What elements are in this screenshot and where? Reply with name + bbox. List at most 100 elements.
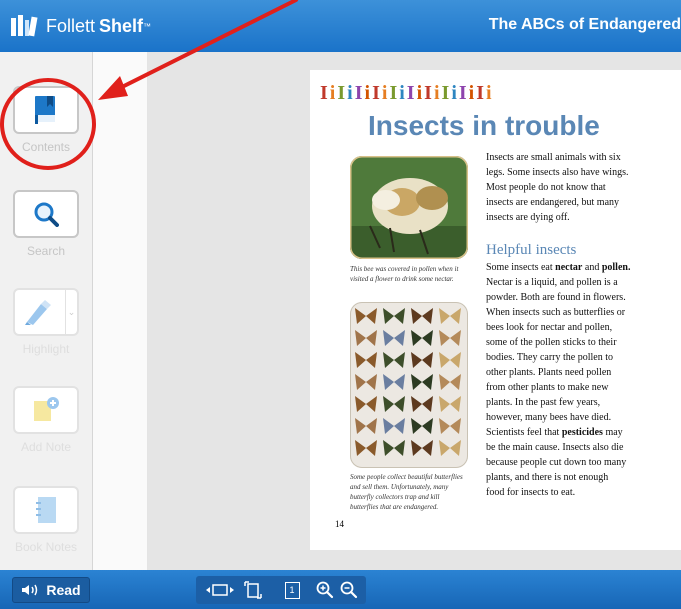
highlight-dropdown-icon[interactable]: ⌄ bbox=[65, 290, 77, 334]
text-line: from other plants to make new bbox=[486, 382, 609, 393]
butterfly-photo bbox=[350, 302, 468, 468]
text-line: Nectar is a liquid, and pollen is a bbox=[486, 277, 618, 288]
intro-paragraph: Insects are small animals with six legs.… bbox=[486, 150, 628, 225]
butterfly-caption-line: butterfly collectors trap and kill bbox=[350, 493, 440, 501]
page-box-icon: 1 bbox=[284, 581, 300, 599]
page-box-number: 1 bbox=[289, 585, 295, 595]
text-line: plants. In the past few years, bbox=[486, 397, 601, 408]
book-notes-label: Book Notes bbox=[14, 540, 78, 554]
text-line: Scientists feel that pesticides may bbox=[486, 427, 623, 438]
fit-width-button[interactable] bbox=[204, 579, 236, 601]
decorative-letter: i bbox=[347, 82, 355, 104]
text-line: food for insects to eat. bbox=[486, 487, 576, 498]
brand-name: Follett bbox=[46, 15, 96, 36]
page-number: 14 bbox=[335, 519, 344, 529]
zoom-in-icon bbox=[316, 581, 334, 599]
search-icon bbox=[34, 202, 59, 227]
butterfly-caption-line: and sell them. Unfortunately, many bbox=[350, 483, 449, 491]
zoom-out-icon bbox=[340, 581, 358, 599]
contents-button[interactable] bbox=[13, 86, 79, 134]
decorative-letters: IiIiIiIiIiIiIiIiIiIi bbox=[320, 82, 494, 105]
decorative-letter: I bbox=[458, 82, 469, 104]
zoom-in-button[interactable] bbox=[314, 579, 336, 601]
bee-photo bbox=[350, 156, 468, 259]
read-aloud-button[interactable]: Read bbox=[12, 577, 90, 603]
text-line: because people cut down too many bbox=[486, 457, 627, 468]
bee-caption-line: This bee was covered in pollen when it bbox=[350, 265, 459, 273]
text-line: Most people do not know that bbox=[486, 182, 606, 193]
highlight-tool[interactable]: ⌄ Highlight bbox=[12, 288, 80, 356]
bee-caption-line: visited a flower to drink some nectar. bbox=[350, 275, 454, 283]
search-tool[interactable]: Search bbox=[12, 190, 80, 258]
decorative-letter: I bbox=[320, 82, 330, 104]
decorative-letter: I bbox=[354, 82, 365, 104]
decorative-letter: i bbox=[364, 82, 373, 104]
decorative-letter: I bbox=[424, 82, 434, 104]
text-line: bees look for nectar and pollen, bbox=[486, 322, 613, 333]
brand-logo[interactable]: Follett Shelf ™ bbox=[10, 14, 151, 38]
decorative-letter: I bbox=[476, 82, 487, 104]
add-note-button[interactable] bbox=[13, 386, 79, 434]
page-title: Insects in trouble bbox=[368, 110, 600, 141]
decorative-letter: i bbox=[399, 82, 407, 104]
book-page[interactable]: IiIiIiIiIiIiIiIiIiIi Insects in trouble … bbox=[310, 70, 681, 550]
decorative-letter: i bbox=[486, 82, 494, 104]
add-note-icon bbox=[34, 397, 59, 421]
text-line: When insects such as butterflies or bbox=[486, 307, 626, 318]
body-paragraph: Some insects eat nectar and pollen. Nect… bbox=[486, 260, 630, 500]
text-line: other plants. Plants need pollen bbox=[486, 367, 612, 378]
section-heading: Helpful insects bbox=[486, 242, 577, 258]
decorative-letter: I bbox=[337, 82, 348, 104]
text-line: insects are endangered, but many bbox=[486, 197, 620, 208]
add-note-label: Add Note bbox=[20, 440, 72, 454]
bee-caption: This bee was covered in pollen when it v… bbox=[350, 264, 485, 284]
view-controls: 1 bbox=[196, 576, 366, 604]
text-line: Some insects eat nectar and pollen. bbox=[486, 262, 631, 273]
highlighter-icon bbox=[25, 300, 51, 325]
text-line: Insects are small animals with six bbox=[486, 152, 621, 163]
top-bar: Follett Shelf ™ The ABCs of Endangered bbox=[0, 0, 681, 52]
text-line: bodies. They carry the pollen to bbox=[486, 352, 614, 363]
text-line: however, many bees have died. bbox=[486, 412, 612, 423]
contents-tool[interactable]: Contents bbox=[12, 86, 80, 154]
tool-sidebar: Contents Search ⌄ Highlight Add Note Boo… bbox=[0, 52, 93, 570]
brand-name-strong: Shelf bbox=[99, 15, 144, 36]
single-page-button[interactable]: 1 bbox=[282, 579, 302, 601]
text-line: some of the pollen sticks to their bbox=[486, 337, 617, 348]
highlight-label: Highlight bbox=[22, 342, 70, 356]
decorative-letter: I bbox=[441, 82, 452, 104]
butterfly-caption-line: butterflies that are endangered. bbox=[350, 503, 439, 511]
brand-trademark: ™ bbox=[143, 21, 152, 31]
decorative-letter: I bbox=[372, 82, 382, 104]
book-notes-button[interactable] bbox=[13, 486, 79, 534]
fit-page-icon bbox=[244, 581, 262, 599]
text-line: powder. Both are found in flowers. bbox=[486, 292, 626, 303]
book-icon bbox=[35, 96, 55, 124]
bee-image bbox=[350, 156, 468, 259]
butterfly-caption-line: Some people collect beautiful butterflie… bbox=[350, 473, 463, 481]
book-title: The ABCs of Endangered bbox=[488, 16, 681, 33]
decorative-letter: i bbox=[451, 82, 459, 104]
side-panel bbox=[93, 52, 148, 570]
search-button[interactable] bbox=[13, 190, 79, 238]
butterfly-caption: Some people collect beautiful butterflie… bbox=[350, 472, 485, 512]
book-notes-tool[interactable]: Book Notes bbox=[12, 486, 80, 554]
text-line: insects are dying off. bbox=[486, 212, 570, 223]
bookshelf-icon bbox=[11, 15, 38, 37]
zoom-out-button[interactable] bbox=[338, 579, 360, 601]
text-line: legs. Some insects also have wings. bbox=[486, 167, 629, 178]
decorative-letter: i bbox=[433, 82, 442, 104]
text-line: plants, and there is not enough bbox=[486, 472, 609, 483]
decorative-letter: I bbox=[406, 82, 417, 104]
decorative-letter: I bbox=[389, 82, 400, 104]
add-note-tool[interactable]: Add Note bbox=[12, 386, 80, 454]
highlight-button[interactable]: ⌄ bbox=[13, 288, 79, 336]
fit-width-icon bbox=[206, 584, 234, 596]
search-label: Search bbox=[26, 244, 66, 258]
speaker-icon bbox=[22, 584, 38, 596]
reader-app: Follett Shelf ™ The ABCs of Endangered C… bbox=[0, 0, 681, 609]
notebook-icon bbox=[36, 497, 56, 523]
butterfly-collection-image bbox=[350, 302, 468, 468]
contents-label: Contents bbox=[21, 140, 71, 154]
fit-page-button[interactable] bbox=[242, 579, 264, 601]
